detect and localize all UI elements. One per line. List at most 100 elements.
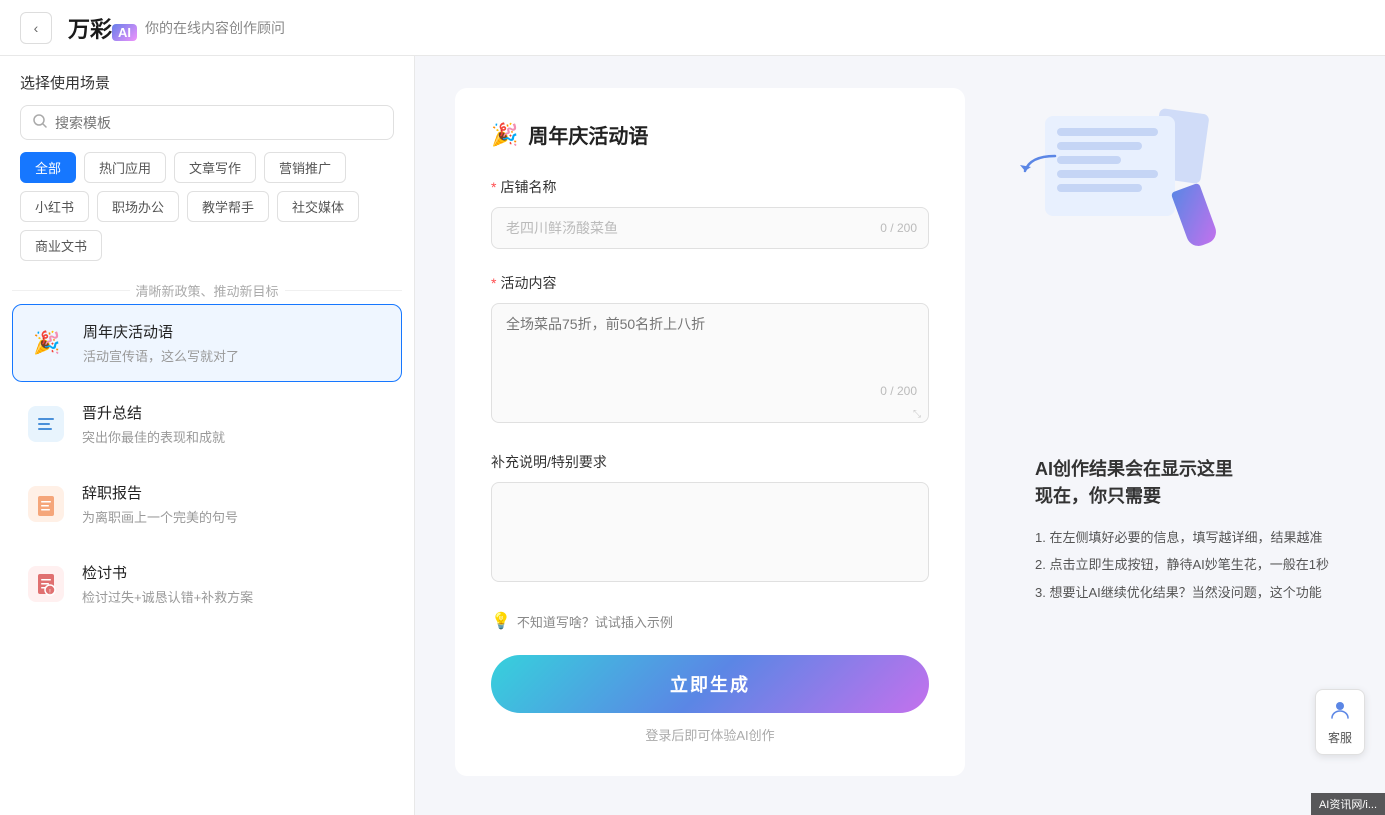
watermark-text: AI资讯网/i... bbox=[1319, 799, 1377, 811]
tag-all[interactable]: 全部 bbox=[20, 152, 76, 183]
form-group-store: * 店铺名称 老四川鲜汤酸菜鱼 0 / 200 bbox=[491, 177, 929, 249]
logo-area: 万彩AI 你的在线内容创作顾问 bbox=[68, 12, 285, 44]
ai-step-3: 3. 想要让AI继续优化结果？当然没问题，这个功能 bbox=[1035, 581, 1329, 604]
template-info-resignation: 辞职报告 为离职画上一个完美的句号 bbox=[82, 482, 390, 526]
template-info-anniversary: 周年庆活动语 活动宣传语，这么写就对了 bbox=[83, 321, 389, 365]
cs-label: 客服 bbox=[1328, 729, 1352, 746]
doc-card bbox=[1045, 116, 1175, 216]
tag-business[interactable]: 商业文书 bbox=[20, 230, 102, 261]
template-list: 🎉 周年庆活动语 活动宣传语，这么写就对了 晋升总结 bbox=[0, 304, 414, 815]
form-title-text: 周年庆活动语 bbox=[528, 120, 648, 149]
doc-line-3 bbox=[1057, 156, 1121, 164]
tags-area: 全部 热门应用 文章写作 营销推广 小红书 职场办公 教学帮手 社交媒体 商业文… bbox=[0, 152, 414, 273]
form-title: 🎉 周年庆活动语 bbox=[491, 120, 929, 149]
logo-text: 万彩AI bbox=[68, 12, 137, 44]
template-name-anniversary: 周年庆活动语 bbox=[83, 321, 389, 342]
tag-marketing[interactable]: 营销推广 bbox=[264, 152, 346, 183]
generate-button[interactable]: 立即生成 bbox=[491, 655, 929, 713]
section-text: 清晰新政策、推动新目标 bbox=[136, 281, 279, 300]
tag-office[interactable]: 职场办公 bbox=[97, 191, 179, 222]
activity-content-textarea[interactable] bbox=[491, 303, 929, 423]
template-desc-review: 检讨过失+诚恳认错+补救方案 bbox=[82, 587, 390, 606]
label-text-store: 店铺名称 bbox=[500, 177, 556, 197]
store-char-count: 0 / 200 bbox=[880, 221, 917, 235]
template-item-anniversary[interactable]: 🎉 周年庆活动语 活动宣传语，这么写就对了 bbox=[12, 304, 402, 382]
template-info-promotion: 晋升总结 突出你最佳的表现和成就 bbox=[82, 402, 390, 446]
template-name-resignation: 辞职报告 bbox=[82, 482, 390, 503]
template-desc-anniversary: 活动宣传语，这么写就对了 bbox=[83, 346, 389, 365]
tag-xiaohongshu[interactable]: 小红书 bbox=[20, 191, 89, 222]
store-name-input[interactable]: 老四川鲜汤酸菜鱼 bbox=[491, 207, 929, 249]
form-card: 🎉 周年庆活动语 * 店铺名称 老四川鲜汤酸菜鱼 0 / 200 bbox=[455, 88, 965, 776]
sidebar-title: 选择使用场景 bbox=[20, 72, 394, 93]
tag-social[interactable]: 社交媒体 bbox=[277, 191, 359, 222]
extra-textarea[interactable] bbox=[491, 482, 929, 582]
template-icon-promotion bbox=[24, 402, 68, 446]
doc-line-2 bbox=[1057, 142, 1142, 150]
form-label-activity: * 活动内容 bbox=[491, 273, 929, 293]
ai-steps: 1. 在左侧填好必要的信息，填写越详细，结果越准 2. 点击立即生成按钮，静待A… bbox=[1035, 526, 1329, 608]
ai-title: AI创作结果会在显示这里 现在，你只需要 bbox=[1035, 456, 1233, 510]
store-name-placeholder: 老四川鲜汤酸菜鱼 bbox=[506, 218, 618, 238]
doc-arrow bbox=[1020, 151, 1060, 186]
ai-step-1: 1. 在左侧填好必要的信息，填写越详细，结果越准 bbox=[1035, 526, 1329, 549]
customer-service-button[interactable]: 客服 bbox=[1315, 689, 1365, 755]
form-label-extra: 补充说明/特别要求 bbox=[491, 452, 929, 472]
form-group-activity: * 活动内容 0 / 200 ⤡ bbox=[491, 273, 929, 428]
activity-textarea-wrapper: 0 / 200 ⤡ bbox=[491, 303, 929, 428]
doc-card-lines bbox=[1045, 116, 1175, 210]
ai-step-2: 2. 点击立即生成按钮，静待AI妙笔生花，一般在1秒 bbox=[1035, 553, 1329, 576]
hint-link[interactable]: 💡 不知道写啥？试试插入示例 bbox=[491, 611, 929, 631]
doc-pen bbox=[1171, 183, 1220, 250]
doc-line-1 bbox=[1057, 128, 1158, 136]
logo-ai: AI bbox=[112, 24, 137, 41]
required-star-activity: * bbox=[491, 275, 496, 291]
sidebar: 选择使用场景 全部 热门应用 文章写作 营销推广 小红书 职场办公 教学帮手 社… bbox=[0, 56, 415, 815]
activity-char-count: 0 / 200 bbox=[880, 384, 917, 398]
required-star-store: * bbox=[491, 179, 496, 195]
hint-icon: 💡 bbox=[491, 611, 511, 631]
cs-icon bbox=[1328, 698, 1352, 725]
ai-title-line2: 现在，你只需要 bbox=[1035, 486, 1161, 506]
sidebar-header: 选择使用场景 bbox=[0, 56, 414, 152]
logo-main: 万彩 bbox=[68, 17, 112, 42]
tag-article[interactable]: 文章写作 bbox=[174, 152, 256, 183]
doc-illustration bbox=[1035, 96, 1215, 256]
tag-teaching[interactable]: 教学帮手 bbox=[187, 191, 269, 222]
label-text-activity: 活动内容 bbox=[500, 273, 556, 293]
template-name-review: 检讨书 bbox=[82, 562, 390, 583]
form-title-icon: 🎉 bbox=[491, 122, 518, 148]
form-group-extra: 补充说明/特别要求 bbox=[491, 452, 929, 587]
section-label: 清晰新政策、推动新目标 bbox=[0, 273, 414, 304]
template-desc-promotion: 突出你最佳的表现和成就 bbox=[82, 427, 390, 446]
search-input[interactable] bbox=[55, 115, 381, 131]
template-info-review: 检讨书 检讨过失+诚恳认错+补救方案 bbox=[82, 562, 390, 606]
back-button[interactable]: ‹ bbox=[20, 12, 52, 44]
doc-line-4 bbox=[1057, 170, 1158, 178]
section-divider bbox=[12, 290, 130, 291]
store-input-wrapper: 老四川鲜汤酸菜鱼 0 / 200 bbox=[491, 207, 929, 249]
header: ‹ 万彩AI 你的在线内容创作顾问 bbox=[0, 0, 1385, 56]
section-divider-right bbox=[285, 290, 403, 291]
login-hint: 登录后即可体验AI创作 bbox=[491, 725, 929, 744]
tag-hot[interactable]: 热门应用 bbox=[84, 152, 166, 183]
main-content: 🎉 周年庆活动语 * 店铺名称 老四川鲜汤酸菜鱼 0 / 200 bbox=[415, 56, 1005, 815]
template-item-resignation[interactable]: 辞职报告 为离职画上一个完美的句号 bbox=[12, 466, 402, 542]
watermark: AI资讯网/i... bbox=[1311, 793, 1385, 815]
back-icon: ‹ bbox=[34, 20, 39, 36]
template-item-review[interactable]: ! 检讨书 检讨过失+诚恳认错+补救方案 bbox=[12, 546, 402, 622]
template-icon-resignation bbox=[24, 482, 68, 526]
main-layout: 选择使用场景 全部 热门应用 文章写作 营销推广 小红书 职场办公 教学帮手 社… bbox=[0, 56, 1385, 815]
label-text-extra: 补充说明/特别要求 bbox=[491, 452, 607, 472]
template-desc-resignation: 为离职画上一个完美的句号 bbox=[82, 507, 390, 526]
template-item-promotion[interactable]: 晋升总结 突出你最佳的表现和成就 bbox=[12, 386, 402, 462]
doc-line-5 bbox=[1057, 184, 1142, 192]
search-icon bbox=[33, 114, 47, 131]
resize-handle[interactable]: ⤡ bbox=[913, 409, 921, 420]
template-icon-anniversary: 🎉 bbox=[25, 321, 69, 365]
template-name-promotion: 晋升总结 bbox=[82, 402, 390, 423]
hint-text: 不知道写啥？试试插入示例 bbox=[517, 612, 673, 631]
extra-textarea-wrapper bbox=[491, 482, 929, 587]
search-box[interactable] bbox=[20, 105, 394, 140]
ai-title-line1: AI创作结果会在显示这里 bbox=[1035, 459, 1233, 479]
